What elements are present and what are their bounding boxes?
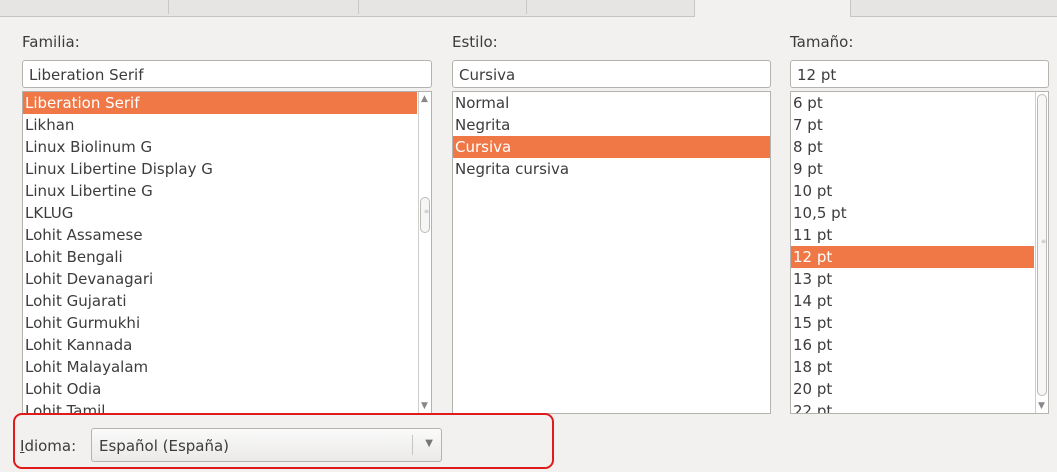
scroll-thumb[interactable]: ≡ — [1037, 94, 1047, 396]
list-item[interactable]: Liberation Serif — [23, 92, 417, 114]
language-label: Idioma: — [20, 437, 76, 455]
list-item[interactable]: Lohit Devanagari — [23, 268, 417, 290]
list-item[interactable]: Lohit Gujarati — [23, 290, 417, 312]
list-item[interactable]: 15 pt — [791, 312, 1034, 334]
list-item[interactable]: 20 pt — [791, 378, 1034, 400]
list-item[interactable]: Linux Libertine Display G — [23, 158, 417, 180]
list-item[interactable]: 18 pt — [791, 356, 1034, 378]
list-item[interactable]: 10 pt — [791, 180, 1034, 202]
chevron-up-icon[interactable]: ▲ — [420, 93, 429, 105]
list-item[interactable]: 8 pt — [791, 136, 1034, 158]
list-item[interactable]: Lohit Tamil — [23, 400, 417, 413]
grip-icon: ≡ — [1041, 238, 1047, 245]
list-item[interactable]: 12 pt — [791, 246, 1034, 268]
tab[interactable] — [168, 0, 359, 14]
list-item[interactable]: Likhan — [23, 114, 417, 136]
list-item[interactable]: Lohit Gurmukhi — [23, 312, 417, 334]
tab-strip — [0, 0, 1057, 17]
list-item[interactable]: 7 pt — [791, 114, 1034, 136]
triangle-down-icon[interactable]: ▼ — [425, 438, 433, 449]
list-item[interactable]: Linux Libertine G — [23, 180, 417, 202]
size-list-items: 6 pt 7 pt 8 pt 9 pt 10 pt 10,5 pt 11 pt 12 pt 13… — [791, 92, 1048, 413]
scroll-thumb[interactable]: ≡ — [420, 197, 430, 233]
style-list-items: Normal Negrita Cursiva Negrita cursiva — [453, 92, 770, 180]
list-item[interactable]: 13 pt — [791, 268, 1034, 290]
list-item[interactable]: 14 pt — [791, 290, 1034, 312]
tab[interactable] — [358, 0, 527, 14]
list-item[interactable]: Cursiva — [453, 136, 770, 158]
list-item[interactable]: Lohit Assamese — [23, 224, 417, 246]
tab-active[interactable] — [694, 0, 851, 17]
list-item[interactable]: 16 pt — [791, 334, 1034, 356]
list-item[interactable]: 10,5 pt — [791, 202, 1034, 224]
size-list[interactable]: 6 pt 7 pt 8 pt 9 pt 10 pt 10,5 pt 11 pt 12 pt 13… — [790, 91, 1049, 414]
list-item[interactable]: Negrita cursiva — [453, 158, 770, 180]
list-item[interactable]: Lohit Odia — [23, 378, 417, 400]
chevron-down-icon[interactable]: ▼ — [420, 400, 429, 412]
style-input[interactable]: Cursiva — [452, 60, 771, 88]
list-item[interactable]: Lohit Malayalam — [23, 356, 417, 378]
family-list-items: Liberation Serif Likhan Linux Biolinum G Li… — [23, 92, 431, 413]
family-input[interactable]: Liberation Serif — [22, 60, 432, 88]
tab[interactable] — [850, 0, 1057, 14]
size-scrollbar[interactable]: ▲ ≡ ▼ — [1035, 92, 1048, 413]
list-item[interactable]: Lohit Kannada — [23, 334, 417, 356]
style-list[interactable]: Normal Negrita Cursiva Negrita cursiva — [452, 91, 771, 414]
family-scrollbar[interactable]: ▲ ≡ ▼ — [418, 92, 431, 413]
list-item[interactable]: 6 pt — [791, 92, 1034, 114]
tab[interactable] — [0, 0, 169, 14]
size-label: Tamaño: — [790, 33, 854, 51]
language-label-text: dioma: — [24, 437, 77, 455]
list-item[interactable]: Lohit Bengali — [23, 246, 417, 268]
size-input[interactable]: 12 pt — [790, 60, 1049, 88]
family-label: Familia: — [22, 33, 80, 51]
list-item[interactable]: LKLUG — [23, 202, 417, 224]
list-item[interactable]: Negrita — [453, 114, 770, 136]
combo-separator — [412, 435, 413, 455]
language-value: Español (España) — [99, 437, 230, 455]
language-combobox[interactable]: Español (España) ▼ — [91, 428, 442, 462]
tab[interactable] — [526, 0, 695, 14]
list-item[interactable]: Linux Biolinum G — [23, 136, 417, 158]
grip-icon: ≡ — [424, 208, 430, 215]
list-item[interactable]: 9 pt — [791, 158, 1034, 180]
list-item[interactable]: 11 pt — [791, 224, 1034, 246]
style-label: Estilo: — [452, 33, 498, 51]
chevron-down-icon[interactable]: ▼ — [1037, 400, 1046, 412]
family-list[interactable]: Liberation Serif Likhan Linux Biolinum G Li… — [22, 91, 432, 414]
list-item[interactable]: Normal — [453, 92, 770, 114]
list-item[interactable]: 22 pt — [791, 400, 1034, 413]
